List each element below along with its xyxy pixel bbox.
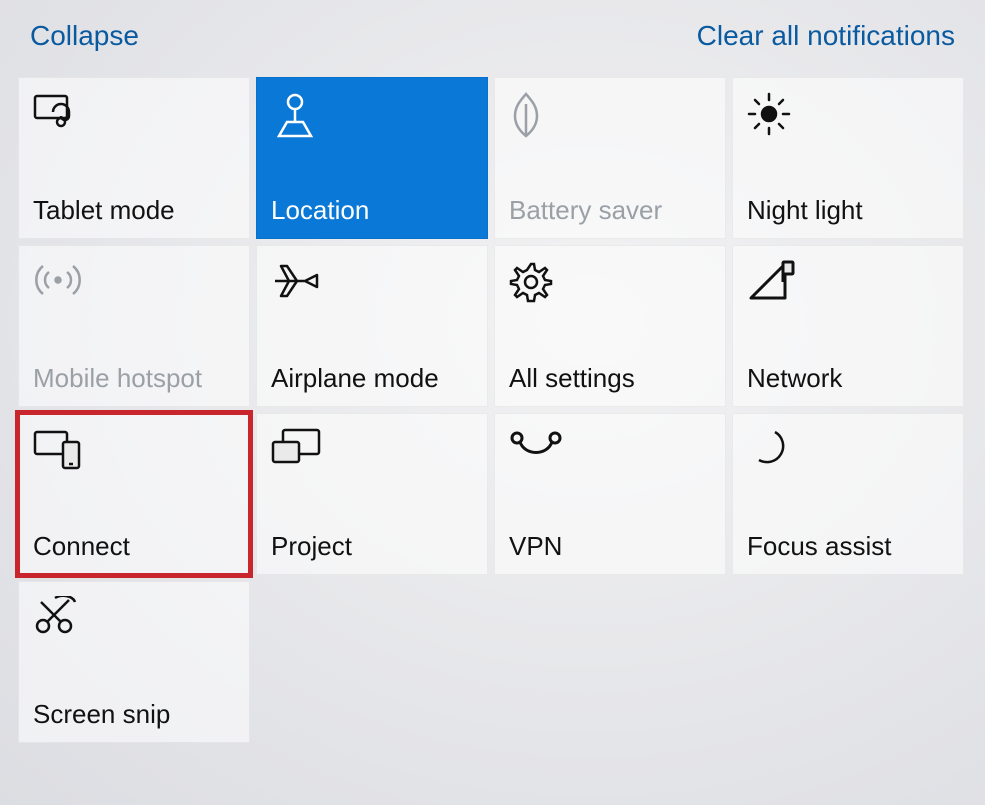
tile-label: All settings (509, 363, 711, 394)
location-icon (271, 90, 473, 138)
tile-label: Battery saver (509, 195, 711, 226)
network-icon (747, 258, 949, 306)
collapse-link[interactable]: Collapse (30, 20, 139, 52)
tile-location[interactable]: Location (256, 77, 488, 239)
tile-connect[interactable]: Connect (18, 413, 250, 575)
clear-all-link[interactable]: Clear all notifications (697, 20, 955, 52)
tile-label: Screen snip (33, 699, 235, 730)
tile-label: Project (271, 531, 473, 562)
tile-screen-snip[interactable]: Screen snip (18, 581, 250, 743)
action-center-panel: Collapse Clear all notifications Tablet … (0, 0, 985, 805)
screen-snip-icon (33, 594, 235, 642)
connect-icon (33, 426, 235, 474)
tile-vpn[interactable]: VPN (494, 413, 726, 575)
airplane-icon (271, 258, 473, 306)
tile-project[interactable]: Project (256, 413, 488, 575)
tile-label: Mobile hotspot (33, 363, 235, 394)
tile-label: VPN (509, 531, 711, 562)
tile-network[interactable]: Network (732, 245, 964, 407)
tile-label: Focus assist (747, 531, 949, 562)
battery-saver-icon (509, 90, 711, 138)
focus-assist-icon (747, 426, 949, 474)
tile-mobile-hotspot[interactable]: Mobile hotspot (18, 245, 250, 407)
tile-focus-assist[interactable]: Focus assist (732, 413, 964, 575)
quick-actions-grid: Tablet mode Location Battery saver (0, 77, 985, 743)
tile-night-light[interactable]: Night light (732, 77, 964, 239)
tile-label: Airplane mode (271, 363, 473, 394)
tile-label: Location (271, 195, 473, 226)
tile-all-settings[interactable]: All settings (494, 245, 726, 407)
tablet-mode-icon (33, 90, 235, 138)
night-light-icon (747, 90, 949, 138)
tile-label: Tablet mode (33, 195, 235, 226)
vpn-icon (509, 426, 711, 474)
top-bar: Collapse Clear all notifications (0, 0, 985, 77)
tile-airplane-mode[interactable]: Airplane mode (256, 245, 488, 407)
tile-label: Night light (747, 195, 949, 226)
mobile-hotspot-icon (33, 258, 235, 306)
tile-label: Network (747, 363, 949, 394)
tile-label: Connect (33, 531, 235, 562)
project-icon (271, 426, 473, 474)
settings-icon (509, 258, 711, 306)
tile-tablet-mode[interactable]: Tablet mode (18, 77, 250, 239)
tile-battery-saver[interactable]: Battery saver (494, 77, 726, 239)
